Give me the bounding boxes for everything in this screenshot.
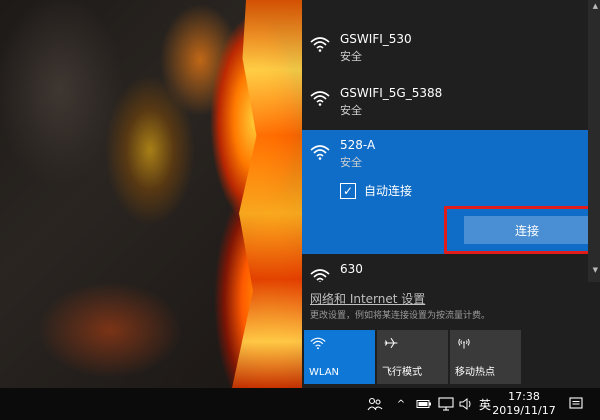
volume-icon[interactable] [456, 388, 476, 420]
clock-time: 17:38 [508, 390, 540, 403]
network-item[interactable]: 630 [302, 258, 588, 282]
quick-action-label: 移动热点 [455, 367, 495, 378]
connect-button[interactable]: 连接 [464, 216, 590, 244]
network-monitor-icon[interactable] [436, 388, 456, 420]
quick-action-label: WLAN [309, 367, 340, 378]
hotspot-icon [458, 338, 470, 349]
network-ssid: 528-A [340, 138, 376, 152]
network-security: 安全 [340, 156, 362, 169]
network-security: 安全 [340, 104, 362, 117]
wifi-icon [310, 337, 326, 350]
scroll-up-icon[interactable]: ▲ [593, 2, 598, 10]
taskbar: ^ 英 17:38 2019/11/17 [0, 388, 600, 420]
wallpaper-fire [232, 0, 302, 388]
clock-date: 2019/11/17 [492, 404, 556, 417]
airplane-icon [384, 337, 398, 349]
quick-action-wlan[interactable]: WLAN [304, 330, 375, 384]
network-list: GSWIFI_530 安全 GSWIFI_5G_5388 安全 528-A 安全 [302, 0, 600, 282]
network-item[interactable]: GSWIFI_530 安全 [302, 26, 588, 70]
taskbar-clock[interactable]: 17:38 2019/11/17 [492, 390, 556, 418]
quick-action-airplane[interactable]: 飞行模式 [377, 330, 448, 384]
network-ssid: GSWIFI_530 [340, 32, 412, 46]
battery-icon[interactable] [414, 388, 434, 420]
network-list-scrollbar[interactable]: ▲ ▼ [588, 0, 600, 282]
wifi-signal-icon [310, 37, 330, 52]
people-icon[interactable] [364, 388, 386, 420]
quick-action-hotspot[interactable]: 移动热点 [450, 330, 521, 384]
auto-connect-option[interactable]: ✓ 自动连接 [340, 182, 412, 199]
network-security: 安全 [340, 50, 362, 63]
network-flyout: GSWIFI_530 安全 GSWIFI_5G_5388 安全 528-A 安全 [302, 0, 600, 388]
scroll-down-icon[interactable]: ▼ [593, 266, 598, 274]
network-item[interactable]: GSWIFI_5G_5388 安全 [302, 80, 588, 124]
auto-connect-label: 自动连接 [364, 184, 413, 198]
network-settings-link[interactable]: 网络和 Internet 设置 [310, 290, 425, 307]
desktop-wallpaper [0, 0, 302, 388]
wifi-signal-icon [310, 269, 330, 282]
network-ssid: 630 [340, 262, 363, 276]
quick-action-label: 飞行模式 [382, 367, 422, 378]
network-ssid: GSWIFI_5G_5388 [340, 86, 443, 100]
notification-icon[interactable] [566, 388, 586, 420]
auto-connect-checkbox[interactable]: ✓ [340, 182, 356, 199]
wifi-signal-icon [310, 91, 330, 106]
chevron-up-icon[interactable]: ^ [392, 388, 410, 420]
network-item-selected[interactable]: 528-A 安全 ✓ 自动连接 连接 [302, 130, 596, 254]
network-settings-description: 更改设置，例如将某连接设置为按流量计费。 [310, 311, 491, 321]
wifi-signal-icon [310, 145, 330, 160]
